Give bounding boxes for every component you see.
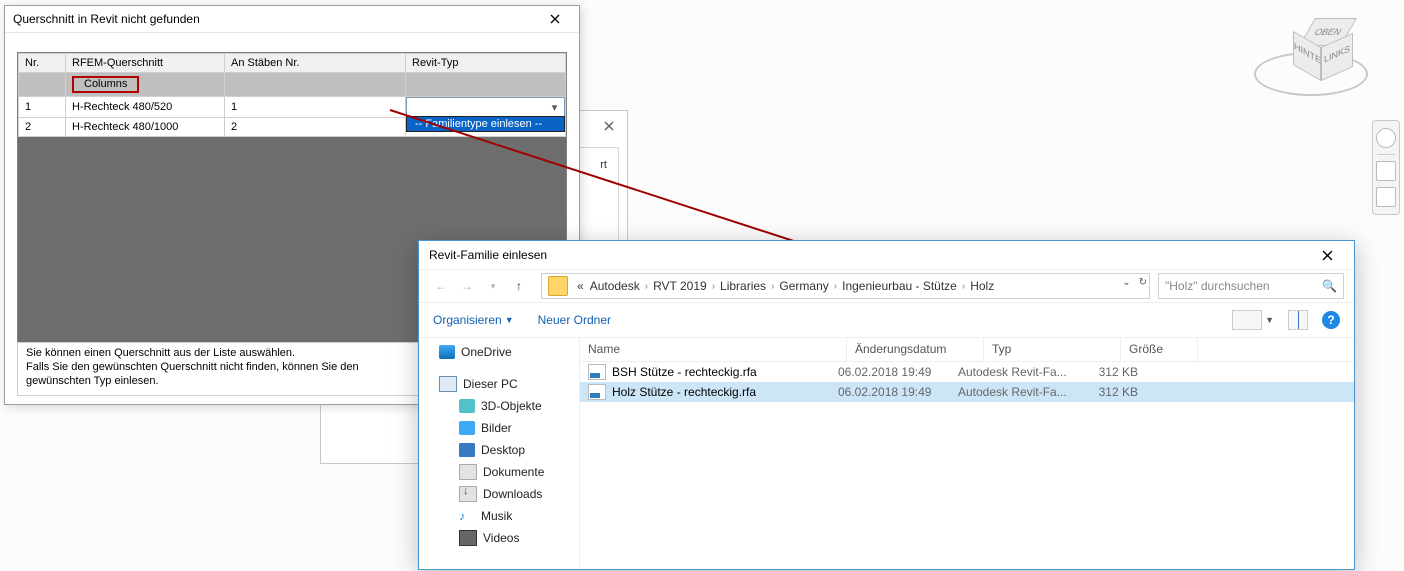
file-size: 312 KB	[1078, 365, 1138, 379]
rfa-file-icon	[588, 364, 606, 380]
tree-item-videos[interactable]: Videos	[419, 527, 579, 549]
file-name: Holz Stütze - rechteckig.rfa	[612, 385, 756, 399]
help-button[interactable]: ?	[1322, 311, 1340, 329]
background-label: rt	[600, 159, 607, 171]
nav-forward-button[interactable]: →	[455, 274, 479, 298]
new-folder-button[interactable]: Neuer Ordner	[538, 313, 611, 327]
col-rfem[interactable]: RFEM-Querschnitt	[66, 54, 225, 73]
view-cube[interactable]: OBEN HINTEN LINKS	[1254, 12, 1374, 102]
list-header: Name Änderungsdatum Typ Größe	[580, 337, 1354, 362]
col-date[interactable]: Änderungsdatum	[847, 337, 984, 361]
chevron-right-icon: ›	[769, 281, 776, 292]
nav-back-button[interactable]: ←	[429, 274, 453, 298]
close-icon[interactable]	[593, 115, 625, 137]
tree-item-this-pc[interactable]: Dieser PC	[419, 373, 579, 395]
view-mode-button[interactable]: ▼	[1232, 310, 1274, 330]
search-placeholder: "Holz" durchsuchen	[1165, 279, 1270, 293]
navigation-bar	[1372, 120, 1400, 215]
dropdown-list: -- Familientype einlesen --	[406, 116, 565, 132]
chevron-down-icon: ▼	[1265, 315, 1274, 325]
col-name[interactable]: Name	[580, 337, 847, 361]
dialog-title: Revit-Familie einlesen	[429, 248, 1305, 262]
chevron-right-icon: ›	[643, 281, 650, 292]
file-open-dialog: Revit-Familie einlesen ← → ▾ ↑ « Autodes…	[418, 240, 1355, 570]
col-revit[interactable]: Revit-Typ	[406, 54, 566, 73]
folder-icon	[548, 276, 568, 296]
list-item[interactable]: BSH Stütze - rechteckig.rfa 06.02.2018 19…	[580, 362, 1354, 382]
pc-icon	[439, 376, 457, 392]
tree-item-documents[interactable]: Dokumente	[419, 461, 579, 483]
rfa-file-icon	[588, 384, 606, 400]
cross-section-table: Nr. RFEM-Querschnitt An Stäben Nr. Revit…	[18, 53, 566, 137]
file-date: 06.02.2018 19:49	[838, 365, 958, 379]
chevron-down-icon: ▾	[548, 101, 561, 114]
chevron-down-icon: ▼	[505, 315, 514, 325]
desktop-icon	[459, 443, 475, 457]
tree-item-pictures[interactable]: Bilder	[419, 417, 579, 439]
tree-item-music[interactable]: ♪Musik	[419, 505, 579, 527]
videos-icon	[459, 530, 477, 546]
col-type[interactable]: Typ	[984, 337, 1121, 361]
refresh-icon[interactable]: ↻	[1139, 277, 1147, 288]
dropdown-item-load-familytype[interactable]: -- Familientype einlesen --	[407, 117, 564, 131]
table-row[interactable]: 1 H-Rechteck 480/520 1 ▾ -- Familientype…	[19, 97, 566, 118]
col-size[interactable]: Größe	[1121, 337, 1198, 361]
file-type: Autodesk Revit-Fa...	[958, 365, 1078, 379]
search-icon: 🔍	[1322, 279, 1337, 293]
downloads-icon	[459, 486, 477, 502]
col-staebe[interactable]: An Stäben Nr.	[225, 54, 406, 73]
steering-wheel-icon[interactable]	[1376, 128, 1396, 148]
close-button[interactable]	[536, 9, 574, 29]
objects3d-icon	[459, 399, 475, 413]
close-button[interactable]	[1305, 243, 1350, 267]
pictures-icon	[459, 421, 475, 435]
tree-item-downloads[interactable]: Downloads	[419, 483, 579, 505]
file-size: 312 KB	[1078, 385, 1138, 399]
chevron-right-icon: ›	[710, 281, 717, 292]
chevron-right-icon: ›	[832, 281, 839, 292]
tree-item-desktop[interactable]: Desktop	[419, 439, 579, 461]
documents-icon	[459, 464, 477, 480]
onedrive-icon	[439, 345, 455, 359]
list-item[interactable]: Holz Stütze - rechteckig.rfa 06.02.2018 1…	[580, 382, 1354, 402]
tree-item-onedrive[interactable]: OneDrive	[419, 341, 579, 363]
group-columns-badge: Columns	[72, 76, 139, 93]
nav-up-button[interactable]: ↑	[507, 274, 531, 298]
tree-item-3d-objects[interactable]: 3D-Objekte	[419, 395, 579, 417]
breadcrumb[interactable]: « Autodesk› RVT 2019› Libraries› Germany…	[541, 273, 1150, 299]
preview-pane-button[interactable]	[1288, 310, 1308, 330]
file-type: Autodesk Revit-Fa...	[958, 385, 1078, 399]
dialog-hint-text: Sie können einen Querschnitt aus der Lis…	[17, 342, 419, 396]
col-nr[interactable]: Nr.	[19, 54, 66, 73]
zoom-icon[interactable]	[1376, 161, 1396, 181]
dialog-title: Querschnitt in Revit nicht gefunden	[13, 12, 536, 26]
pan-icon[interactable]	[1376, 187, 1396, 207]
chevron-right-icon: ›	[960, 281, 967, 292]
organize-menu[interactable]: Organisieren▼	[433, 313, 514, 327]
file-name: BSH Stütze - rechteckig.rfa	[612, 365, 757, 379]
file-date: 06.02.2018 19:49	[838, 385, 958, 399]
music-icon: ♪	[459, 509, 475, 523]
chevron-down-icon[interactable]: ▾	[481, 274, 505, 298]
chevron-down-icon[interactable]: ⌄	[1122, 277, 1130, 288]
folder-tree: OneDrive Dieser PC 3D-Objekte Bilder Des…	[419, 337, 580, 569]
search-input[interactable]: "Holz" durchsuchen 🔍	[1158, 273, 1344, 299]
